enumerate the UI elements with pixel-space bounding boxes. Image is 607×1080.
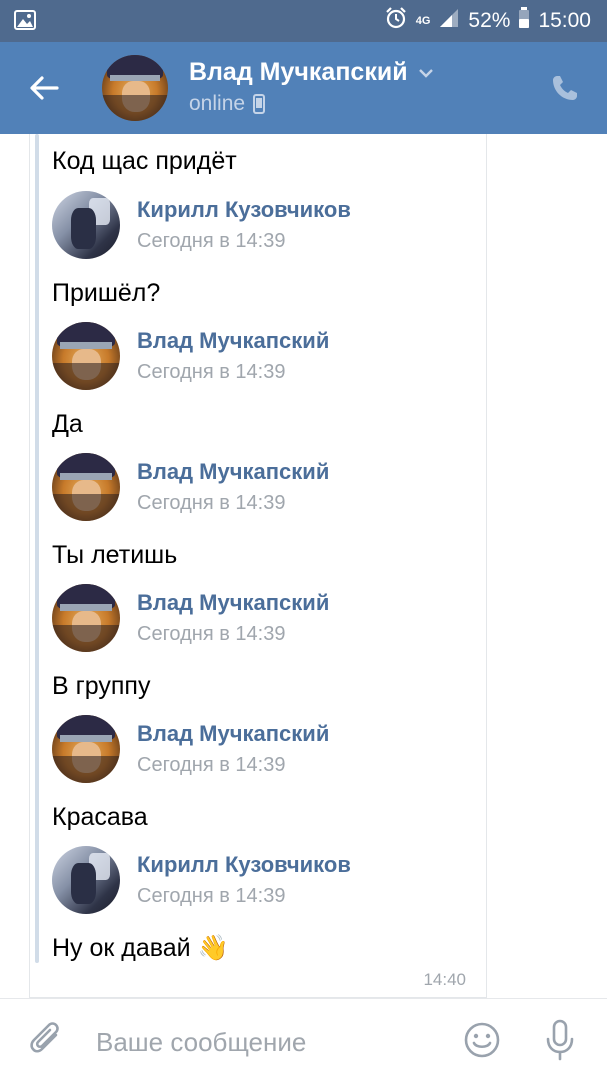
avatar[interactable]	[52, 322, 120, 390]
author-timestamp: Сегодня в 14:39	[137, 754, 286, 776]
avatar[interactable]	[52, 846, 120, 914]
forwarded-messages-line	[35, 134, 39, 963]
network-type-label: 4G	[415, 14, 431, 27]
avatar[interactable]	[52, 453, 120, 521]
forwarded-author[interactable]: Влад Мучкапский Сегодня в 14:39	[52, 715, 472, 785]
contact-name[interactable]: Влад Мучкапский	[189, 58, 434, 87]
message-text: В группу	[52, 672, 151, 700]
contact-name-text: Влад Мучкапский	[189, 58, 408, 86]
back-button[interactable]	[22, 66, 66, 110]
author-timestamp: Сегодня в 14:39	[137, 885, 286, 907]
phone-icon	[553, 76, 577, 100]
author-timestamp: Сегодня в 14:39	[137, 230, 286, 252]
avatar[interactable]	[52, 191, 120, 259]
battery-percent: 52%	[468, 9, 511, 32]
smile-icon	[464, 1022, 500, 1058]
avatar[interactable]	[52, 584, 120, 652]
author-timestamp: Сегодня в 14:39	[137, 492, 286, 514]
forwarded-author[interactable]: Кирилл Кузовчиков Сегодня в 14:39	[52, 191, 472, 261]
avatar[interactable]	[52, 715, 120, 783]
gallery-notification-icon	[14, 10, 36, 30]
emoji-button[interactable]	[461, 1019, 503, 1061]
message-text: Ты летишь	[52, 541, 178, 569]
call-button[interactable]	[545, 68, 585, 108]
message-text: Красава	[52, 803, 148, 831]
author-timestamp: Сегодня в 14:39	[137, 361, 286, 383]
message-timestamp: 14:40	[423, 970, 466, 989]
contact-status: online	[189, 92, 266, 116]
author-name[interactable]: Кирилл Кузовчиков	[137, 852, 351, 878]
signal-icon	[438, 7, 460, 35]
author-name[interactable]: Влад Мучкапский	[137, 459, 329, 485]
message-composer	[0, 998, 607, 1080]
message-text: Ну ок давай 👋	[52, 934, 229, 962]
message-text: Да	[52, 410, 83, 438]
author-name[interactable]: Влад Мучкапский	[137, 328, 329, 354]
author-timestamp: Сегодня в 14:39	[137, 623, 286, 645]
alarm-icon	[384, 6, 408, 36]
chat-header: Влад Мучкапский online	[0, 42, 607, 134]
author-name[interactable]: Влад Мучкапский	[137, 721, 329, 747]
battery-icon	[518, 7, 530, 35]
contact-avatar[interactable]	[102, 55, 168, 121]
forwarded-author[interactable]: Влад Мучкапский Сегодня в 14:39	[52, 584, 472, 654]
author-name[interactable]: Влад Мучкапский	[137, 590, 329, 616]
author-name[interactable]: Кирилл Кузовчиков	[137, 197, 351, 223]
status-bar: 4G 52% 15:00	[0, 0, 607, 42]
clock: 15:00	[538, 9, 591, 32]
forwarded-author[interactable]: Кирилл Кузовчиков Сегодня в 14:39	[52, 846, 472, 916]
arrow-left-icon	[30, 76, 59, 100]
chevron-down-icon	[418, 68, 433, 78]
message-text: Пришёл?	[52, 279, 161, 307]
message-text: Код щас придёт	[52, 147, 237, 175]
microphone-icon	[546, 1019, 574, 1061]
forwarded-author[interactable]: Влад Мучкапский Сегодня в 14:39	[52, 453, 472, 523]
attach-button[interactable]	[26, 1019, 68, 1061]
mobile-device-icon	[253, 94, 266, 114]
forwarded-author[interactable]: Влад Мучкапский Сегодня в 14:39	[52, 322, 472, 392]
message-input[interactable]	[96, 1024, 436, 1060]
online-status-text: online	[189, 92, 246, 115]
message-list[interactable]: Код щас придёт Кирилл Кузовчиков Сегодня…	[0, 134, 607, 998]
voice-message-button[interactable]	[539, 1017, 581, 1063]
paperclip-icon	[30, 1022, 59, 1053]
